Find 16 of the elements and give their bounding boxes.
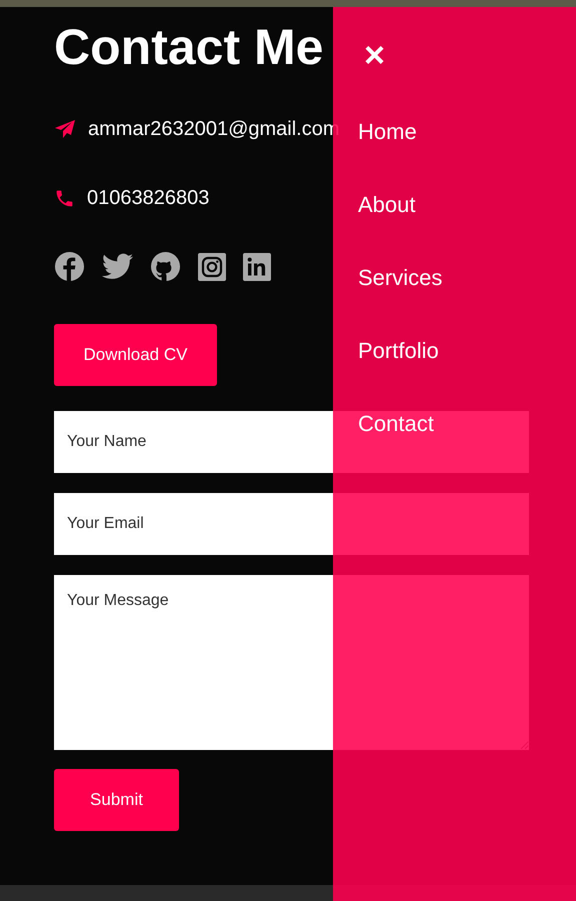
page-title: Contact Me (54, 21, 324, 73)
facebook-icon[interactable] (54, 251, 85, 282)
close-button[interactable]: × (364, 37, 386, 73)
menu-link[interactable]: Services (358, 261, 442, 294)
phone-icon (54, 188, 75, 208)
download-cv-button[interactable]: Download CV (54, 324, 217, 386)
linkedin-icon[interactable] (243, 252, 271, 280)
menu-link[interactable]: About (358, 188, 416, 221)
menu-link[interactable]: Home (358, 115, 417, 148)
submit-button[interactable]: Submit (54, 769, 179, 831)
paper-plane-icon (54, 119, 76, 139)
menu-link[interactable]: Portfolio (358, 334, 439, 367)
instagram-icon[interactable] (198, 252, 226, 280)
twitter-icon[interactable] (102, 253, 133, 280)
github-icon[interactable] (150, 251, 181, 282)
phone-number: 01063826803 (87, 186, 210, 211)
